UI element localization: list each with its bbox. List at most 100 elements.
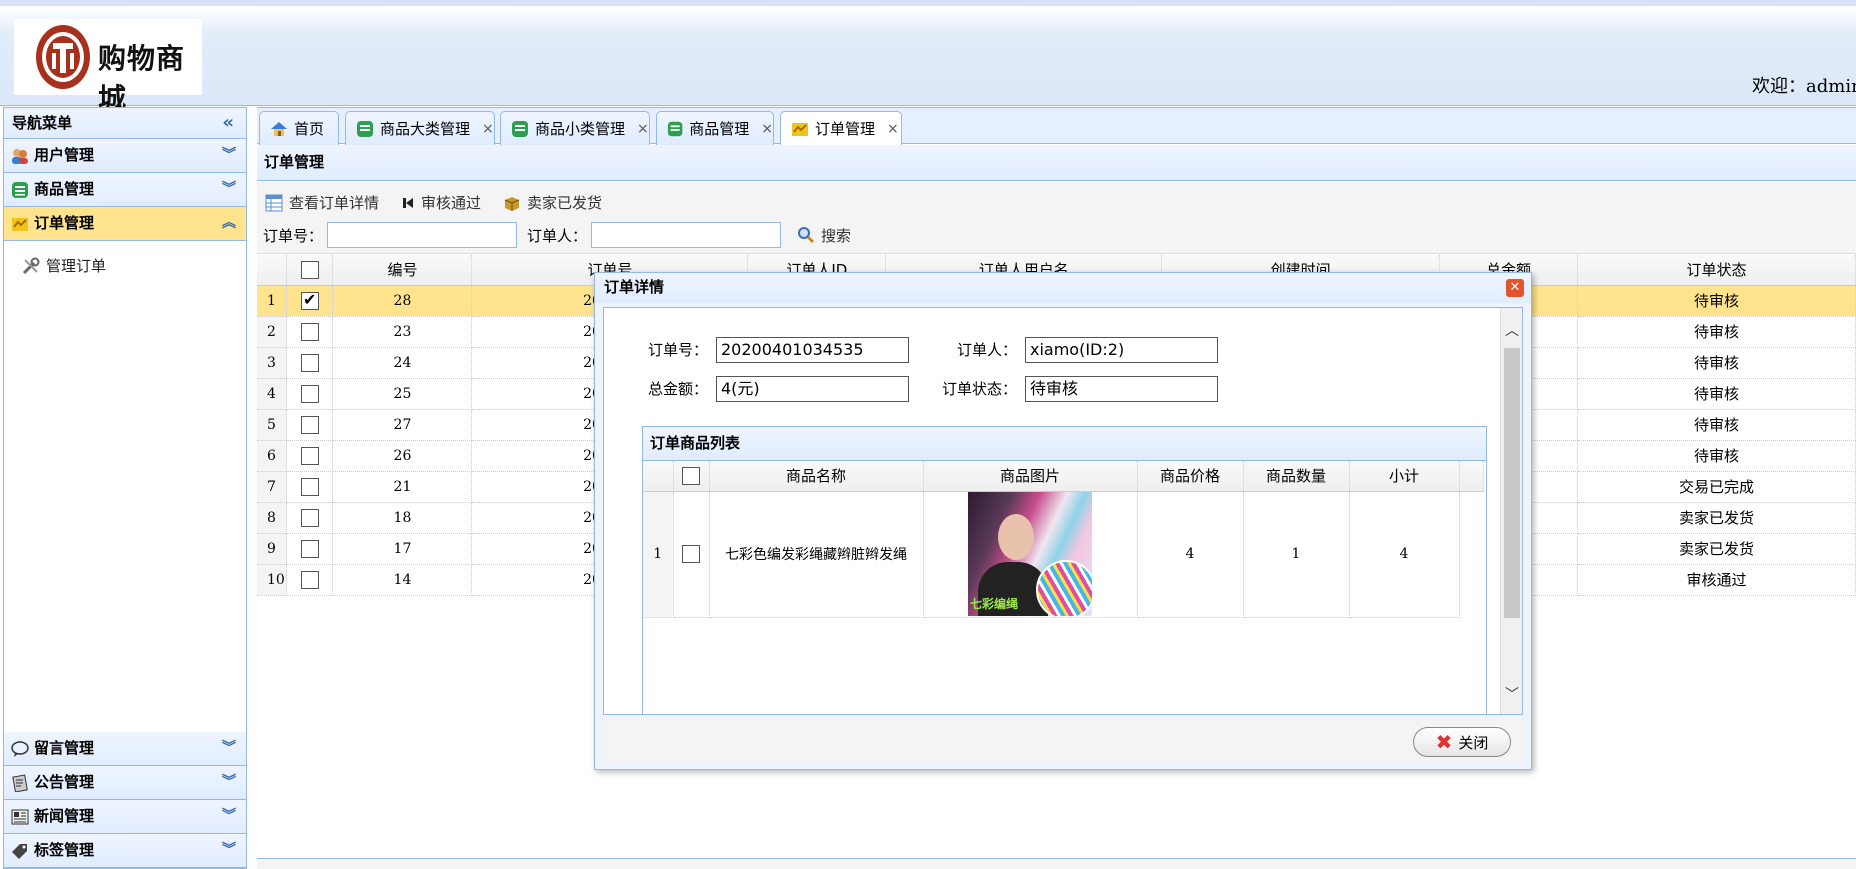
orderer-field[interactable]: xiamo(ID:2) [1025,336,1218,363]
order-status: 待审核 [1577,409,1856,441]
scroll-up-icon[interactable]: ︿ [1505,320,1519,340]
row-checkbox[interactable] [300,290,319,310]
sidebar-section-tags[interactable]: 标签管理 ︾ [4,834,246,868]
select-all-checkbox[interactable] [300,261,319,279]
sidebar-section-orders[interactable]: 订单管理 ︽ [4,207,246,241]
view-order-detail-button[interactable]: 查看订单详情 [265,192,379,213]
tab-orders[interactable]: 订单管理 × [780,111,902,146]
close-icon[interactable]: × [637,113,649,145]
grid-header-cell[interactable]: 编号 [332,255,473,286]
status-field[interactable]: 待审核 [1025,375,1218,402]
sidebar-section-notices[interactable]: 公告管理 ︾ [4,766,246,800]
chevron-down-double-icon: ︾ [222,147,236,163]
toolbar: 查看订单详情 审核通过 卖家已发货 订单号： 订单人： 搜索 [257,182,1856,254]
sidebar-section-news[interactable]: 新闻管理 ︾ [4,800,246,834]
sidebar-section-label: 留言管理 [34,739,95,757]
items-select-all-checkbox[interactable] [682,467,700,485]
sidebar-section-users[interactable]: 用户管理 ︾ [4,139,246,173]
status-label: 订单状态： [941,380,1017,398]
total-field[interactable]: 4(元) [716,375,909,402]
shipped-button[interactable]: 卖家已发货 [503,192,602,213]
dialog-scrollbar[interactable]: ︿ ﹀ [1500,308,1522,714]
grid-header-checkbox[interactable] [286,255,334,286]
approve-button[interactable]: 审核通过 [401,192,481,213]
order-status: 待审核 [1577,440,1856,472]
sidebar-item-label: 管理订单 [46,257,107,275]
sidebar-section-label: 商品管理 [34,180,95,198]
sidebar-section-messages[interactable]: 留言管理 ︾ [4,732,246,766]
item-row[interactable]: 1 七彩色编发彩绳藏辫脏辫发绳 七彩编绳 4 1 4 [643,491,1483,618]
row-checkbox-cell[interactable] [286,533,334,565]
item-image-cell: 七彩编绳 [923,491,1138,618]
tab-category-minor[interactable]: 商品小类管理 × [500,111,650,145]
items-header-cell[interactable]: 商品数量 [1243,461,1350,492]
sidebar-section-products[interactable]: 商品管理 ︾ [4,173,246,207]
chevron-down-double-icon: ︾ [222,740,236,756]
orderer-input[interactable] [591,222,782,248]
tab-label: 首页 [294,119,325,138]
row-checkbox[interactable] [300,508,319,527]
row-checkbox-cell[interactable] [286,564,334,596]
items-header-checkbox[interactable] [673,461,710,492]
row-checkbox-cell[interactable] [286,285,334,317]
order-no-field[interactable]: 20200401034535 [716,336,909,363]
scroll-down-icon[interactable]: ﹀ [1505,684,1519,704]
dialog-close-button[interactable]: ✖ 关闭 [1413,727,1511,757]
row-checkbox[interactable] [300,384,319,403]
close-icon[interactable]: × [887,113,899,145]
tab-products[interactable]: 商品管理 × [656,111,774,145]
row-checkbox[interactable] [300,322,319,341]
orderer-label: 订单人： [956,341,1017,359]
row-checkbox[interactable] [300,353,319,372]
photo-inset-circle [1036,560,1092,616]
panel-title: 订单管理 [257,145,1856,181]
logo-seal-icon [36,25,90,89]
approve-label: 审核通过 [421,194,482,212]
row-checkbox[interactable] [300,446,319,465]
row-checkbox-cell[interactable] [286,378,334,410]
row-checkbox-cell[interactable] [286,471,334,503]
order-id: 25 [332,378,473,410]
row-checkbox[interactable] [300,477,319,496]
row-checkbox[interactable] [300,570,319,589]
list-icon [357,120,373,137]
row-checkbox-cell[interactable] [286,347,334,379]
row-checkbox[interactable] [300,539,319,558]
order-no-input[interactable] [327,222,518,248]
row-number: 2 [257,316,288,348]
close-icon[interactable]: ✕ [1506,279,1524,297]
home-icon [271,121,287,136]
order-icon [792,123,808,136]
item-subtotal: 4 [1349,491,1460,618]
double-chevron-left-icon[interactable]: « [222,108,234,138]
items-header-cell[interactable]: 商品价格 [1137,461,1244,492]
row-checkbox-cell[interactable] [286,409,334,441]
row-checkbox-cell[interactable] [286,440,334,472]
sidebar-item-manage-orders[interactable]: 管理订单 [22,255,228,276]
sidebar-section-label: 用户管理 [34,146,95,164]
grid-header-cell[interactable]: 订单状态 [1577,255,1856,286]
tab-home[interactable]: 首页 [259,111,339,145]
photo-brand-text: 七彩编绳 [970,597,1019,611]
list-icon [12,182,28,198]
order-status: 审核通过 [1577,564,1856,596]
search-button[interactable]: 搜索 [797,225,851,246]
dialog-title: 订单详情 [595,273,1531,303]
red-x-icon: ✖ [1435,730,1453,754]
items-header-cell[interactable]: 商品图片 [923,461,1138,492]
item-checkbox[interactable] [682,545,700,563]
items-header-cell[interactable]: 小计 [1349,461,1460,492]
sidebar-title-text: 导航菜单 [12,114,73,132]
row-checkbox[interactable] [300,415,319,434]
close-icon[interactable]: × [761,113,773,145]
tab-category-major[interactable]: 商品大类管理 × [345,111,495,145]
item-spacer [1459,491,1483,617]
items-header-cell[interactable]: 商品名称 [709,461,924,492]
item-checkbox-cell[interactable] [673,491,710,618]
scroll-thumb[interactable] [1504,348,1520,618]
box-icon [504,196,520,211]
row-checkbox-cell[interactable] [286,316,334,348]
sidebar-section-label: 公告管理 [34,773,95,791]
close-icon[interactable]: × [482,113,494,145]
row-checkbox-cell[interactable] [286,502,334,534]
